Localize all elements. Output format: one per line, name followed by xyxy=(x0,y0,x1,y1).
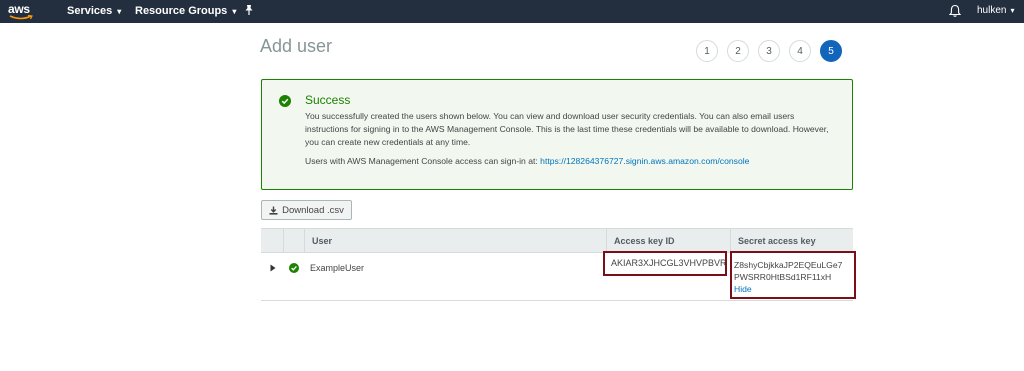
secret-access-key-cell: Z8shyCbjkkaJP2EQEuLGe7 PWSRR0HtBSd1RF11x… xyxy=(734,259,854,295)
chevron-down-icon: ▾ xyxy=(1010,6,1015,15)
header-status-column xyxy=(283,229,304,253)
access-key-id-cell: AKIAR3XJHCGL3VHVPBVR xyxy=(611,258,727,268)
account-menu[interactable]: hulken ▾ xyxy=(977,5,1014,16)
header-expand-column xyxy=(261,229,283,253)
wizard-step-5-active[interactable]: 5 xyxy=(820,40,842,62)
table-row: ExampleUser AKIAR3XJHCGL3VHVPBVR Z8shyCb… xyxy=(261,251,856,301)
account-name: hulken xyxy=(977,5,1007,16)
header-user[interactable]: User xyxy=(304,229,606,253)
hide-secret-link[interactable]: Hide xyxy=(734,283,854,295)
success-check-icon xyxy=(289,263,299,273)
aws-smile-icon xyxy=(9,15,33,20)
aws-logo[interactable]: aws xyxy=(8,2,36,21)
services-menu[interactable]: Services ▾ xyxy=(67,5,121,17)
resource-groups-menu[interactable]: Resource Groups ▾ xyxy=(135,5,236,17)
wizard-step-4[interactable]: 4 xyxy=(789,40,811,62)
chevron-down-icon: ▾ xyxy=(117,6,122,16)
wizard-steps: 1 2 3 4 5 xyxy=(696,40,842,62)
resource-groups-label: Resource Groups xyxy=(135,5,228,17)
download-csv-button[interactable]: Download .csv xyxy=(261,200,352,220)
signin-info: Users with AWS Management Console access… xyxy=(305,156,749,166)
aws-logo-text: aws xyxy=(8,2,30,16)
credentials-table: User Access key ID Secret access key Exa… xyxy=(261,228,856,301)
download-icon xyxy=(269,206,278,215)
expand-triangle-icon[interactable] xyxy=(270,264,276,272)
pin-icon[interactable] xyxy=(244,4,254,16)
signin-prefix: Users with AWS Management Console access… xyxy=(305,156,538,166)
header-secret-access-key[interactable]: Secret access key xyxy=(730,229,853,253)
table-header: User Access key ID Secret access key xyxy=(261,228,853,253)
bell-icon[interactable] xyxy=(948,4,962,18)
user-name-cell: ExampleUser xyxy=(310,263,365,273)
wizard-step-1[interactable]: 1 xyxy=(696,40,718,62)
signin-url-link[interactable]: https://128264376727.signin.aws.amazon.c… xyxy=(540,156,749,166)
wizard-step-2[interactable]: 2 xyxy=(727,40,749,62)
alert-message: You successfully created the users shown… xyxy=(305,111,829,147)
secret-key-line-1: Z8shyCbjkkaJP2EQEuLGe7 xyxy=(734,260,843,270)
secret-key-line-2: PWSRR0HtBSd1RF11xH xyxy=(734,272,832,282)
alert-title: Success xyxy=(305,93,351,107)
chevron-down-icon: ▾ xyxy=(232,6,237,16)
services-label: Services xyxy=(67,5,113,17)
success-check-icon xyxy=(279,95,291,107)
page-title: Add user xyxy=(260,36,333,56)
download-csv-label: Download .csv xyxy=(282,204,344,216)
wizard-step-3[interactable]: 3 xyxy=(758,40,780,62)
top-navigation-bar: aws Services ▾ Resource Groups ▾ hulken … xyxy=(0,0,1024,23)
success-alert: Success You successfully created the use… xyxy=(261,79,853,190)
header-access-key-id[interactable]: Access key ID xyxy=(606,229,730,253)
